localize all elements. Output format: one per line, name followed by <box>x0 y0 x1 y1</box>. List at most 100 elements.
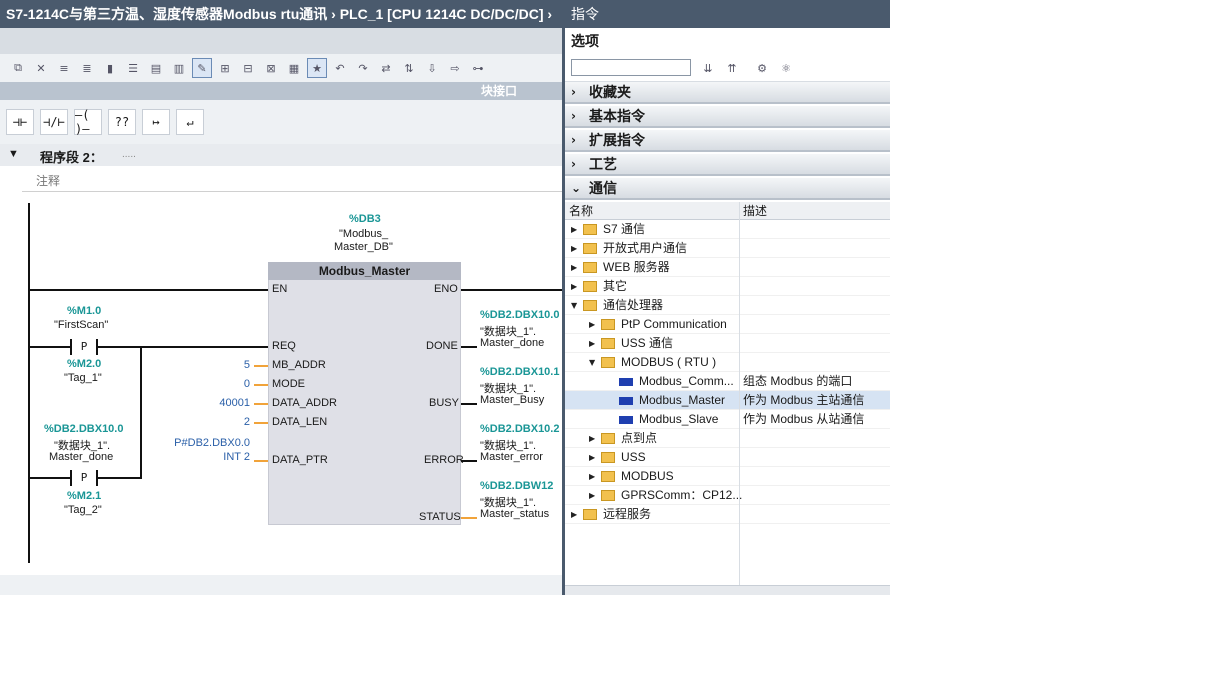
call-env-icon[interactable]: ⇨ <box>445 58 465 78</box>
expand-arrow-icon[interactable]: ▶ <box>571 239 577 258</box>
tag-info-icon[interactable]: ⊟ <box>238 58 258 78</box>
settings-icon[interactable]: ⚛ <box>776 58 796 78</box>
tree-row[interactable]: ▶ 点到点 <box>565 429 890 448</box>
instruction-tree: ▶ S7 通信 ▶ 开放式用户通信 ▶ WEB 服务器 ▶ 其它 ▼ 通信处理器 ▶ PtP Comm… <box>565 220 890 585</box>
instruction-search-input[interactable] <box>571 59 691 76</box>
done-tag-member[interactable]: Master_done <box>480 337 544 349</box>
expand-arrow-icon[interactable]: ▶ <box>571 277 577 296</box>
error-tag-member[interactable]: Master_error <box>480 451 543 463</box>
tree-row[interactable]: ▶ 其它 <box>565 277 890 296</box>
network-collapse-icon[interactable]: ▼ <box>8 148 19 160</box>
tree-row-description: 作为 Modbus 主站通信 <box>743 393 865 407</box>
tree-row[interactable]: ▶ MODBUS <box>565 467 890 486</box>
collapse-arrow-icon[interactable]: ▼ <box>589 353 595 372</box>
network-comment[interactable]: 注释 <box>22 168 563 192</box>
section-technology[interactable]: › 工艺 <box>565 154 890 176</box>
network-name-field[interactable]: ..... <box>122 149 136 160</box>
tree-row[interactable]: ▶ USS 通信 <box>565 334 890 353</box>
tree-row[interactable]: ▶ 开放式用户通信 <box>565 239 890 258</box>
delete-network-icon[interactable]: ✕ <box>31 58 51 78</box>
open-branch-button[interactable]: ↦ <box>142 109 170 135</box>
collapse-arrow-icon[interactable]: ▼ <box>571 296 577 315</box>
callstruct-icon[interactable]: ⊠ <box>261 58 281 78</box>
instance-db-address: %DB3 <box>349 213 381 225</box>
nc-contact-button[interactable]: ⊣/⊢ <box>40 109 68 135</box>
close-branch-button[interactable]: ↵ <box>176 109 204 135</box>
chevron-down-icon: ⌄ <box>571 181 582 195</box>
modbus-master-block[interactable] <box>268 262 461 525</box>
data-len-value[interactable]: 2 <box>200 416 250 428</box>
block-interface-bar[interactable]: 块接口 <box>0 82 563 100</box>
insert-row-icon[interactable]: ≡ <box>54 58 74 78</box>
expand-arrow-icon[interactable]: ▶ <box>589 486 595 505</box>
pin-status: STATUS <box>419 511 461 523</box>
append-row-icon[interactable]: ≣ <box>77 58 97 78</box>
expand-arrow-icon[interactable]: ▶ <box>571 505 577 524</box>
favorites-icon[interactable]: ★ <box>307 58 327 78</box>
section-favorites[interactable]: › 收藏夹 <box>565 82 890 104</box>
contact2-address: %DB2.DBX10.0 <box>44 423 124 435</box>
no-contact-button[interactable]: ⊣⊢ <box>6 109 34 135</box>
instructions-title: 指令 <box>565 0 890 28</box>
tree-row[interactable]: ▼ MODBUS ( RTU ) <box>565 353 890 372</box>
tree-row[interactable]: ▶ 远程服务 <box>565 505 890 524</box>
section-basic[interactable]: › 基本指令 <box>565 106 890 128</box>
mb-addr-value[interactable]: 5 <box>200 359 250 371</box>
tree-row[interactable]: ▼ 通信处理器 <box>565 296 890 315</box>
tree-row[interactable]: ▶ S7 通信 <box>565 220 890 239</box>
comment-toggle-icon[interactable]: ✎ <box>192 58 212 78</box>
expand-arrow-icon[interactable]: ▶ <box>589 429 595 448</box>
data-ptr-value[interactable]: P#DB2.DBX0.0 <box>150 437 250 449</box>
mode-value[interactable]: 0 <box>200 378 250 390</box>
contact2-p-edge[interactable]: P <box>70 470 98 486</box>
error-line <box>461 460 477 462</box>
download-icon[interactable]: ⇩ <box>422 58 442 78</box>
search-down-icon[interactable]: ⇊ <box>698 58 718 78</box>
glasses-icon[interactable]: ⊶ <box>468 58 488 78</box>
favorites-view-icon[interactable]: ⚙ <box>752 58 772 78</box>
online-icon[interactable]: ⇅ <box>399 58 419 78</box>
jump-icon[interactable]: ↶ <box>330 58 350 78</box>
tree-row-label: Modbus_Master <box>639 393 726 407</box>
expand-arrow-icon[interactable]: ▶ <box>571 258 577 277</box>
editor-strip <box>0 28 563 54</box>
collapse-icon[interactable]: ▥ <box>169 58 189 78</box>
expand-arrow-icon[interactable]: ▶ <box>589 334 595 353</box>
network-view-icon[interactable]: ▦ <box>284 58 304 78</box>
contact2-edge-bit-tag: "Tag_2" <box>64 504 102 516</box>
expand-arrow-icon[interactable]: ▶ <box>571 220 577 239</box>
data-addr-value[interactable]: 40001 <box>200 397 250 409</box>
monitor-icon[interactable]: ▮ <box>100 58 120 78</box>
tree-row[interactable]: ▶ USS <box>565 448 890 467</box>
expand-icon[interactable]: ▤ <box>146 58 166 78</box>
coil-button[interactable]: –( )– <box>74 108 102 136</box>
tree-row[interactable]: Modbus_Comm... 组态 Modbus 的端口 <box>565 372 890 391</box>
compare-icon[interactable]: ⇄ <box>376 58 396 78</box>
column-desc-header[interactable]: 描述 <box>743 202 767 220</box>
expand-arrow-icon[interactable]: ▶ <box>589 315 595 334</box>
tree-row[interactable]: ▶ PtP Communication <box>565 315 890 334</box>
data-ptr-value-type[interactable]: INT 2 <box>200 451 250 463</box>
list-icon[interactable]: ☰ <box>123 58 143 78</box>
expand-arrow-icon[interactable]: ▶ <box>589 448 595 467</box>
column-name-header[interactable]: 名称 <box>569 202 593 220</box>
search-up-icon[interactable]: ⇈ <box>722 58 742 78</box>
tree-row[interactable]: ▶ GPRSComm：CP12... <box>565 486 890 505</box>
insert-network-icon[interactable]: ⧉ <box>8 58 28 78</box>
horizontal-scrollbar[interactable] <box>565 585 890 595</box>
empty-box-button[interactable]: ?? <box>108 109 136 135</box>
tree-row[interactable]: Modbus_Slave 作为 Modbus 从站通信 <box>565 410 890 429</box>
goto-icon[interactable]: ↷ <box>353 58 373 78</box>
expand-arrow-icon[interactable]: ▶ <box>589 467 595 486</box>
section-extended[interactable]: › 扩展指令 <box>565 130 890 152</box>
section-communication[interactable]: ⌄ 通信 <box>565 178 890 200</box>
contact1-p-edge[interactable]: P <box>70 339 98 355</box>
absolute-addr-icon[interactable]: ⊞ <box>215 58 235 78</box>
column-separator[interactable] <box>739 202 740 585</box>
status-tag-member[interactable]: Master_status <box>480 508 549 520</box>
tree-row[interactable]: ▶ WEB 服务器 <box>565 258 890 277</box>
busy-line <box>461 403 477 405</box>
tree-row[interactable]: Modbus_Master 作为 Modbus 主站通信 <box>565 391 890 410</box>
busy-tag-member[interactable]: Master_Busy <box>480 394 544 406</box>
pin-req: REQ <box>272 340 296 352</box>
